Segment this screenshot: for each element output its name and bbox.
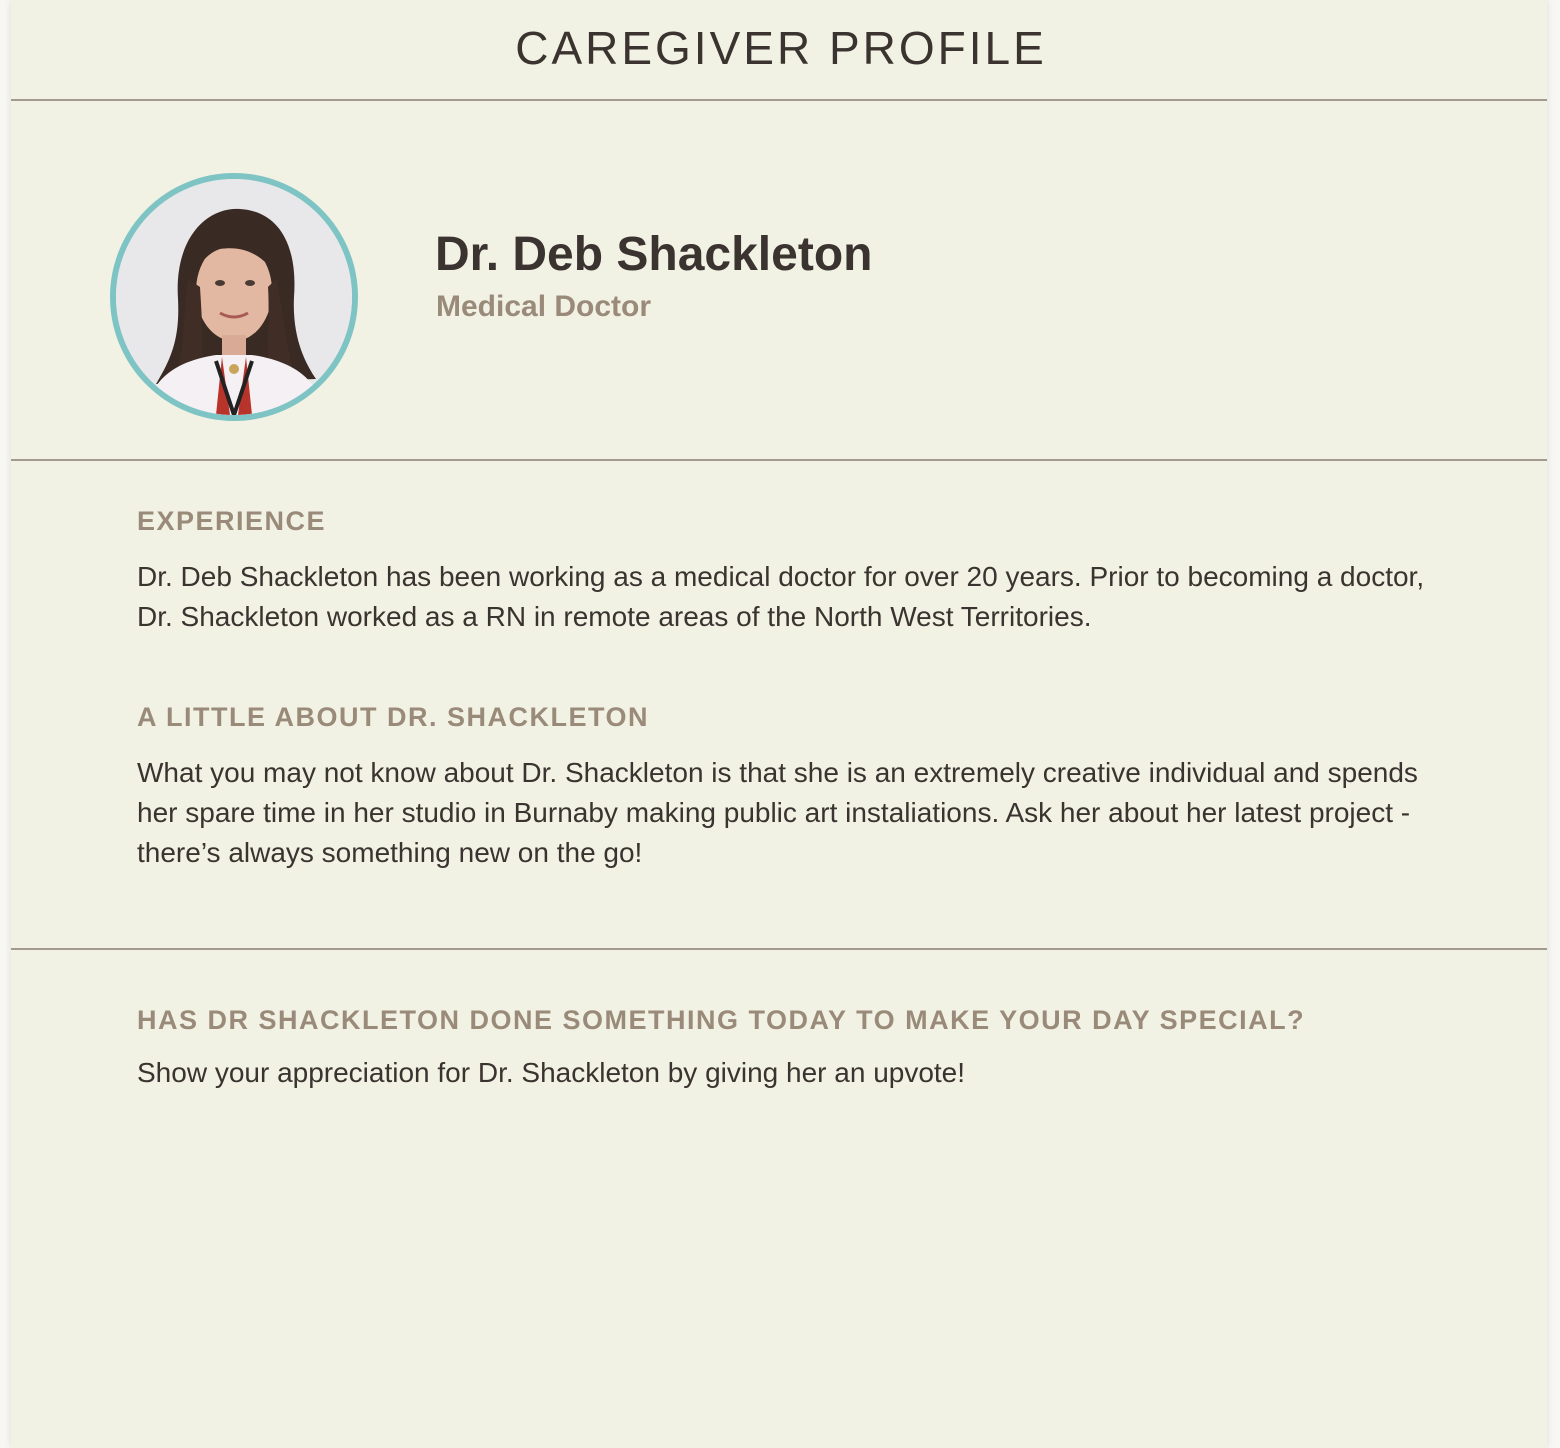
avatar xyxy=(110,173,358,421)
caregiver-name: Dr. Deb Shackleton xyxy=(435,228,873,281)
page-header: CAREGIVER PROFILE xyxy=(11,0,1547,101)
about-section: EXPERIENCE Dr. Deb Shackleton has been w… xyxy=(11,461,1547,950)
caregiver-role: Medical Doctor xyxy=(436,290,652,323)
avatar-photo xyxy=(116,179,352,415)
about-heading: A LITTLE ABOUT DR. SHACKLETON xyxy=(137,702,649,732)
upvote-text: Show your appreciation for Dr. Shackleto… xyxy=(137,1057,966,1088)
experience-text: Dr. Deb Shackleton has been working as a… xyxy=(137,561,1425,632)
upvote-heading: HAS DR SHACKLETON DONE SOMETHING TODAY T… xyxy=(137,1005,1306,1035)
about-text: What you may not know about Dr. Shacklet… xyxy=(137,757,1418,868)
caregiver-profile-page: CAREGIVER PROFILE Dr. Deb Shackleton Med… xyxy=(11,0,1547,1448)
upvote-section: HAS DR SHACKLETON DONE SOMETHING TODAY T… xyxy=(11,950,1547,1448)
page-title: CAREGIVER PROFILE xyxy=(515,21,1047,74)
experience-heading: EXPERIENCE xyxy=(137,506,327,536)
profile-section: Dr. Deb Shackleton Medical Doctor xyxy=(11,101,1547,461)
